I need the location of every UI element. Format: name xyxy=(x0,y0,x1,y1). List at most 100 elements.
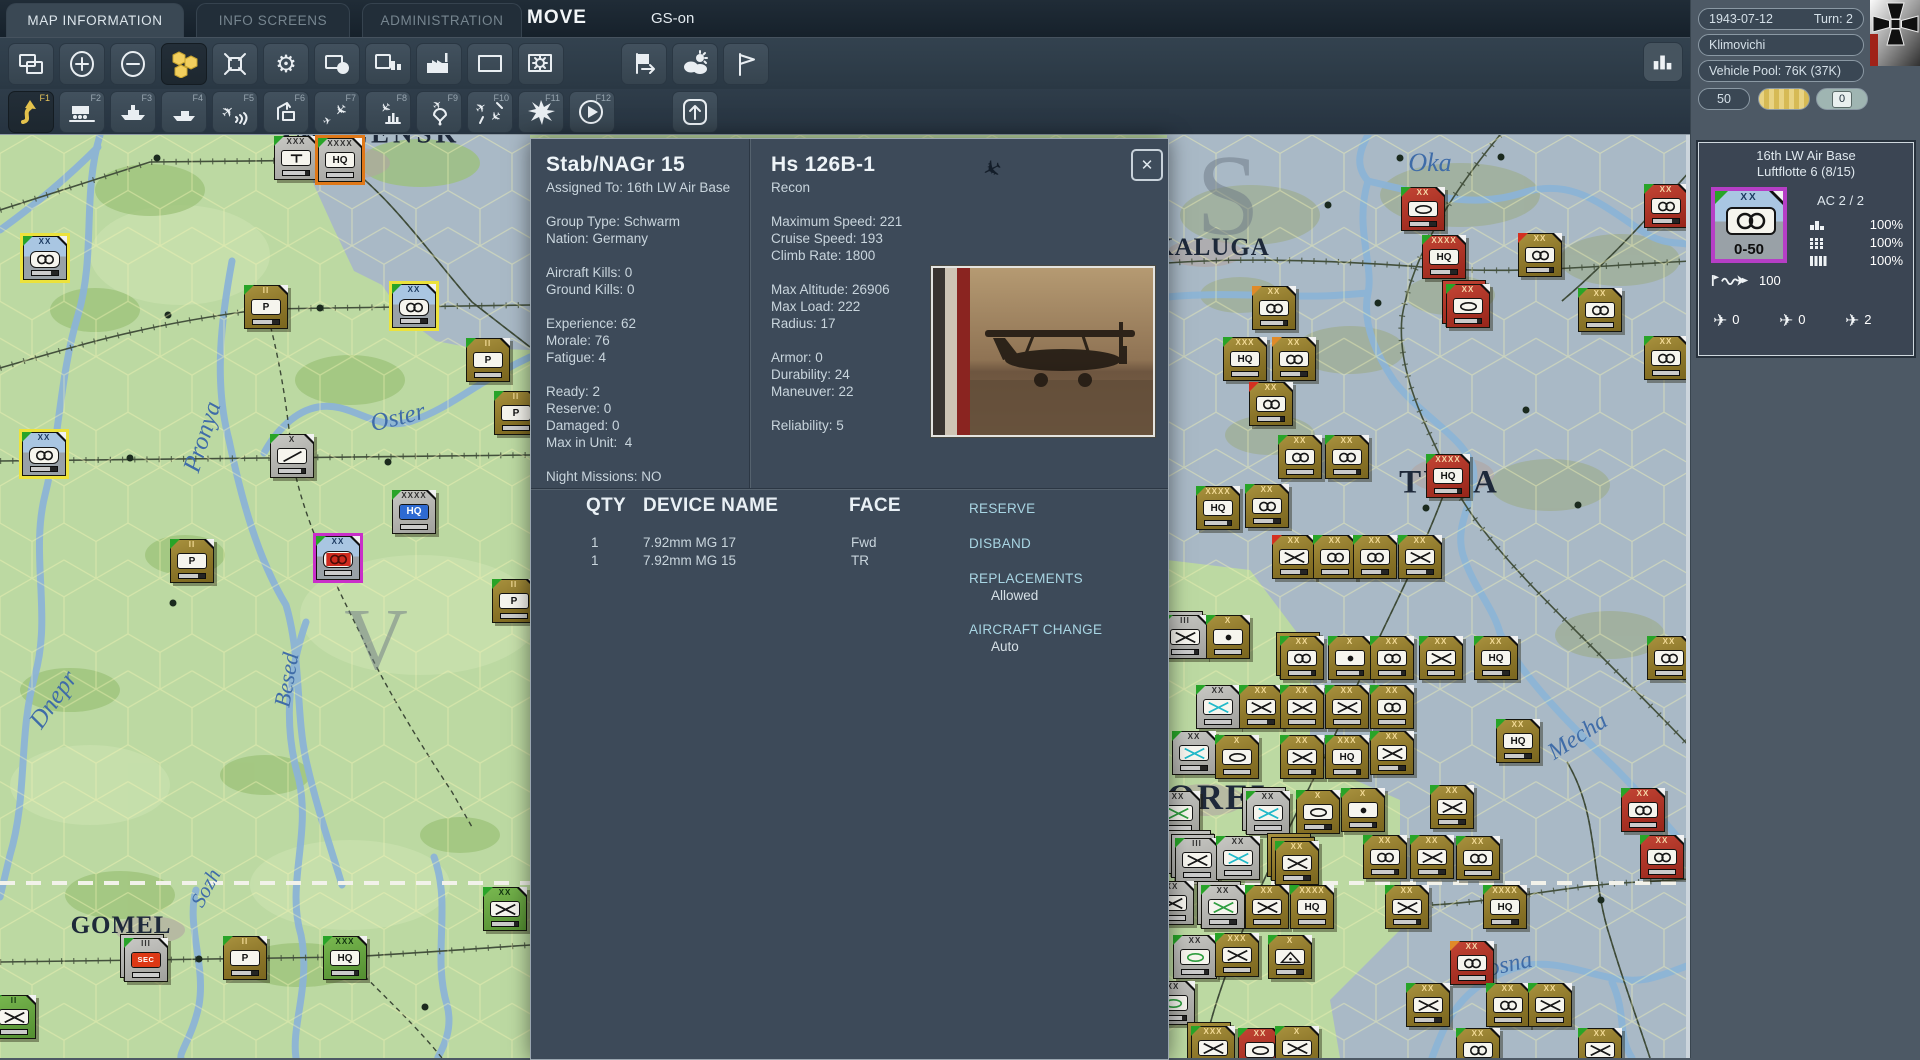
unit-counter[interactable]: XX xyxy=(1430,785,1474,829)
unit-counter[interactable]: XXXHQ xyxy=(1223,337,1267,381)
unit-counter[interactable]: XX xyxy=(1363,835,1407,879)
zoom-in-button[interactable] xyxy=(59,43,105,85)
air-transfer-button[interactable]: ✈✈F10 xyxy=(467,91,513,133)
unit-counter[interactable]: XX xyxy=(1239,685,1283,729)
unit-counter[interactable]: XX xyxy=(22,432,66,476)
unit-counter[interactable]: XX xyxy=(1201,885,1245,929)
unit-hq[interactable]: Luftflotte 6 (8/15) xyxy=(1699,164,1913,179)
unit-counter[interactable]: XX xyxy=(1280,685,1324,729)
up-level-button[interactable] xyxy=(672,91,718,133)
unit-counter[interactable]: XX xyxy=(1173,935,1217,979)
unit-counter[interactable]: XX xyxy=(1450,941,1494,985)
unit-counter[interactable]: X xyxy=(1341,788,1385,832)
unit-counter[interactable]: XX xyxy=(1456,1028,1500,1058)
city-bars-button[interactable] xyxy=(365,43,411,85)
unit-counter[interactable]: XX xyxy=(1280,735,1324,779)
unit-counter[interactable]: XXHQ xyxy=(1474,636,1518,680)
unit-counter[interactable]: XXX xyxy=(1215,933,1259,977)
unit-counter[interactable]: XXXXHQ xyxy=(1426,454,1470,498)
rail-transport-button[interactable]: F2 xyxy=(59,91,105,133)
unit-counter[interactable]: XX xyxy=(1216,836,1260,880)
unit-counter[interactable]: XX xyxy=(1370,731,1414,775)
hex-grid-button[interactable] xyxy=(161,43,207,85)
unit-counter[interactable]: XX xyxy=(316,536,360,580)
unit-counter[interactable]: XXXXHQ xyxy=(318,138,362,182)
air-strike-button[interactable]: F11 xyxy=(518,91,564,133)
unit-counter[interactable]: X xyxy=(1328,636,1372,680)
aircraft-change-link[interactable]: AIRCRAFT CHANGE xyxy=(969,622,1102,637)
unit-counter[interactable]: XXHQ xyxy=(1496,719,1540,763)
ground-conditions-button[interactable] xyxy=(1758,88,1810,110)
unit-counter[interactable]: XXXXHQ xyxy=(1422,235,1466,279)
air-ground-button[interactable]: ✈✈F7 xyxy=(314,91,360,133)
unit-counter[interactable]: XX xyxy=(1245,484,1289,528)
next-phase-button[interactable]: F12 xyxy=(569,91,615,133)
air-group-assigned[interactable]: Assigned To: 16th LW Air Base xyxy=(546,180,730,195)
unit-counter[interactable]: XXXXHQ xyxy=(1290,885,1334,929)
unit-counters-button[interactable] xyxy=(314,43,360,85)
unit-counter[interactable]: III xyxy=(1163,615,1207,659)
unit-counter[interactable]: XXXXHQ xyxy=(392,490,436,534)
unit-counter[interactable]: XXXXHQ xyxy=(1483,885,1527,929)
unit-counter[interactable]: XX xyxy=(1644,184,1688,228)
flag-button[interactable] xyxy=(723,43,769,85)
air-supply-button[interactable]: F6 xyxy=(263,91,309,133)
unit-counter[interactable]: XX xyxy=(1528,983,1572,1027)
unit-counter[interactable]: XX xyxy=(1252,286,1296,330)
unit-counter[interactable]: XX xyxy=(392,284,436,328)
unit-counter[interactable]: XX xyxy=(1486,983,1530,1027)
mode-label-move[interactable]: MOVE xyxy=(527,7,587,29)
unit-counter[interactable]: XX xyxy=(1446,284,1490,328)
unit-counter[interactable]: XX xyxy=(1419,636,1463,680)
unit-counter[interactable]: XX xyxy=(1406,983,1450,1027)
strat-bombing-button[interactable]: ✈F8 xyxy=(365,91,411,133)
unit-counter[interactable]: XX xyxy=(1245,885,1289,929)
unit-counter[interactable]: X xyxy=(1296,790,1340,834)
unit-counter[interactable]: XX xyxy=(1325,435,1369,479)
unit-counter[interactable]: X xyxy=(1215,735,1259,779)
bar-chart-button[interactable] xyxy=(1643,42,1683,82)
unit-counter[interactable]: XX xyxy=(1172,731,1216,775)
unit-counter[interactable]: XX xyxy=(1272,337,1316,381)
unit-counter[interactable]: IIP xyxy=(223,936,267,980)
weather-button[interactable] xyxy=(672,43,718,85)
unit-counter[interactable]: IIP xyxy=(244,285,288,329)
zoom-out-button[interactable] xyxy=(110,43,156,85)
reserve-link[interactable]: RESERVE xyxy=(969,501,1035,516)
frame-button[interactable] xyxy=(467,43,513,85)
unit-counter[interactable]: XX xyxy=(1647,636,1690,680)
unit-counter[interactable]: XX xyxy=(1385,885,1429,929)
replacements-link[interactable]: REPLACEMENTS xyxy=(969,571,1083,586)
unit-counter[interactable]: XXXXHQ xyxy=(1196,486,1240,530)
unit-counter[interactable]: XX xyxy=(1313,535,1357,579)
unit-counter[interactable]: XX xyxy=(1280,636,1324,680)
jump-box-button[interactable] xyxy=(212,43,258,85)
move-arrow-button[interactable]: F1 xyxy=(8,91,54,133)
flag-save-button[interactable] xyxy=(621,43,667,85)
unit-counter[interactable]: XX xyxy=(1621,788,1665,832)
unit-name[interactable]: 16th LW Air Base xyxy=(1699,148,1913,163)
gs-toggle[interactable]: GS-on xyxy=(651,10,694,27)
unit-counter[interactable]: XX xyxy=(1401,187,1445,231)
unit-counter[interactable]: XX xyxy=(1353,535,1397,579)
tab-map-information[interactable]: MAP INFORMATION xyxy=(6,3,184,37)
air-recon-button[interactable]: ✈F5 xyxy=(212,91,258,133)
unit-counter[interactable]: XXXHQ xyxy=(323,936,367,980)
unit-counter[interactable]: XX xyxy=(1196,685,1240,729)
unit-counter[interactable]: XX xyxy=(1272,535,1316,579)
unit-counter[interactable]: XX xyxy=(1518,233,1562,277)
settings-gear-button[interactable]: ⚙ xyxy=(263,43,309,85)
unit-counter[interactable]: X xyxy=(1206,615,1250,659)
unit-counter[interactable]: XX xyxy=(1640,835,1684,879)
unit-counter[interactable]: XX xyxy=(1644,336,1688,380)
unit-counter[interactable]: X xyxy=(1275,1026,1319,1058)
frame-gear-button[interactable] xyxy=(518,43,564,85)
air-ops-counter-button[interactable]: 0 xyxy=(1816,88,1868,110)
unit-counter[interactable]: IIISEC xyxy=(124,938,168,982)
unit-counter[interactable]: XXXHQ xyxy=(1325,735,1369,779)
unit-counter[interactable]: IIP xyxy=(466,338,510,382)
tab-administration[interactable]: ADMINISTRATION xyxy=(362,3,522,37)
unit-counter-large[interactable]: XX 0-50 xyxy=(1711,187,1787,263)
unit-counter[interactable]: XX xyxy=(1398,535,1442,579)
unit-counter[interactable]: XX xyxy=(1456,836,1500,880)
